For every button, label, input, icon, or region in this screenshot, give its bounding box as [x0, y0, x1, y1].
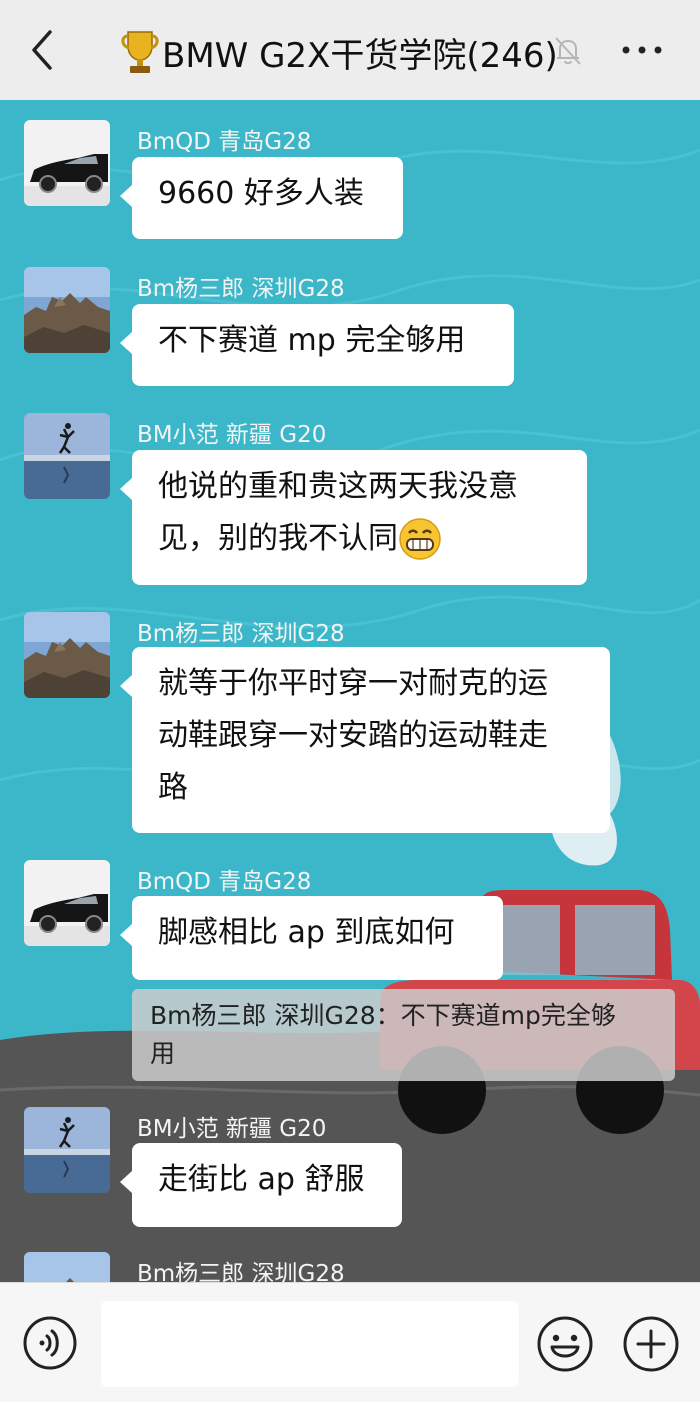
- chat-title[interactable]: BMW G2X干货学院(246): [118, 22, 558, 82]
- quoted-message[interactable]: Bm杨三郎 深圳G28：不下赛道mp完全够 用: [132, 989, 675, 1081]
- lake-jump-avatar-image: [24, 1107, 110, 1193]
- message-text: 脚感相比 ap 到底如何: [158, 915, 455, 950]
- more-options-icon[interactable]: [620, 38, 664, 62]
- black-car-avatar-image: [24, 120, 110, 206]
- message-bubble[interactable]: 脚感相比 ap 到底如何: [120, 896, 503, 980]
- grinning-face-icon: [399, 518, 441, 560]
- avatar[interactable]: [24, 120, 110, 206]
- avatar[interactable]: [24, 267, 110, 353]
- message-input[interactable]: [101, 1301, 519, 1387]
- chat-title-text: BMW G2X干货学院(246): [162, 35, 558, 76]
- message-text-line: 他说的重和贵这两天我没意: [158, 469, 518, 504]
- message-item: BM小范 新疆 G20 走街比 ap 舒服: [0, 1105, 700, 1235]
- message-text-line: 就等于你平时穿一对耐克的运: [158, 666, 548, 701]
- plus-icon[interactable]: [622, 1315, 680, 1373]
- back-arrow-icon[interactable]: [22, 24, 62, 76]
- lake-jump-avatar-image: [24, 413, 110, 499]
- message-item: BmQD 青岛G28 脚感相比 ap 到底如何: [0, 858, 700, 988]
- trophy-icon: [121, 31, 159, 73]
- message-text: 不下赛道 mp 完全够用: [158, 323, 466, 358]
- message-item: Bm杨三郎 深圳G28 不下赛道 mp 完全够用: [0, 265, 700, 395]
- message-text: 见，别的我不认同: [158, 521, 398, 556]
- avatar[interactable]: [24, 1252, 110, 1282]
- sender-name: BM小范 新疆 G20: [137, 422, 327, 448]
- sender-name: Bm杨三郎 深圳G28: [137, 621, 345, 647]
- message-text: 走街比 ap 舒服: [158, 1162, 365, 1197]
- message-bubble[interactable]: 走街比 ap 舒服: [120, 1143, 402, 1227]
- message-item: BmQD 青岛G28 9660 好多人装: [0, 118, 700, 248]
- message-bubble[interactable]: 他说的重和贵这两天我没意 见，别的我不认同: [120, 450, 587, 585]
- emoji-icon[interactable]: [536, 1315, 594, 1373]
- rocky-cliff-avatar-image: [24, 267, 110, 353]
- message-item: Bm杨三郎 深圳G28: [0, 1250, 700, 1282]
- mute-bell-icon: [555, 37, 581, 65]
- sender-name: BmQD 青岛G28: [137, 129, 312, 155]
- input-bar: [0, 1282, 700, 1402]
- sender-name: BmQD 青岛G28: [137, 869, 312, 895]
- quote-text-line: Bm杨三郎 深圳G28：不下赛道mp完全够: [150, 1001, 616, 1030]
- message-text-line: 路: [158, 770, 188, 805]
- message-text-line: 动鞋跟穿一对安踏的运动鞋走: [158, 718, 548, 753]
- sender-name: Bm杨三郎 深圳G28: [137, 276, 345, 302]
- chat-area[interactable]: BmQD 青岛G28 9660 好多人装 Bm杨三郎 深圳G28 不下赛道 mp…: [0, 100, 700, 1282]
- message-bubble[interactable]: 就等于你平时穿一对耐克的运 动鞋跟穿一对安踏的运动鞋走 路: [120, 647, 610, 833]
- avatar[interactable]: [24, 860, 110, 946]
- chat-header: BMW G2X干货学院(246): [0, 0, 700, 100]
- sender-name: BM小范 新疆 G20: [137, 1116, 327, 1142]
- black-car-avatar-image: [24, 860, 110, 946]
- message-bubble[interactable]: 9660 好多人装: [120, 157, 403, 239]
- voice-input-icon[interactable]: [22, 1315, 78, 1371]
- avatar[interactable]: [24, 1107, 110, 1193]
- message-item: Bm杨三郎 深圳G28 就等于你平时穿一对耐克的运 动鞋跟穿一对安踏的运动鞋走 …: [0, 610, 700, 840]
- message-item: BM小范 新疆 G20 他说的重和贵这两天我没意 见，别的我不认同: [0, 411, 700, 591]
- rocky-cliff-avatar-image: [24, 612, 110, 698]
- sender-name: Bm杨三郎 深圳G28: [137, 1261, 345, 1282]
- rocky-cliff-avatar-image: [24, 1252, 110, 1282]
- message-text-line: 见，别的我不认同: [158, 513, 561, 565]
- message-text: 9660 好多人装: [158, 176, 364, 211]
- message-bubble[interactable]: 不下赛道 mp 完全够用: [120, 304, 514, 386]
- avatar[interactable]: [24, 612, 110, 698]
- avatar[interactable]: [24, 413, 110, 499]
- quote-text-line: 用: [150, 1039, 176, 1068]
